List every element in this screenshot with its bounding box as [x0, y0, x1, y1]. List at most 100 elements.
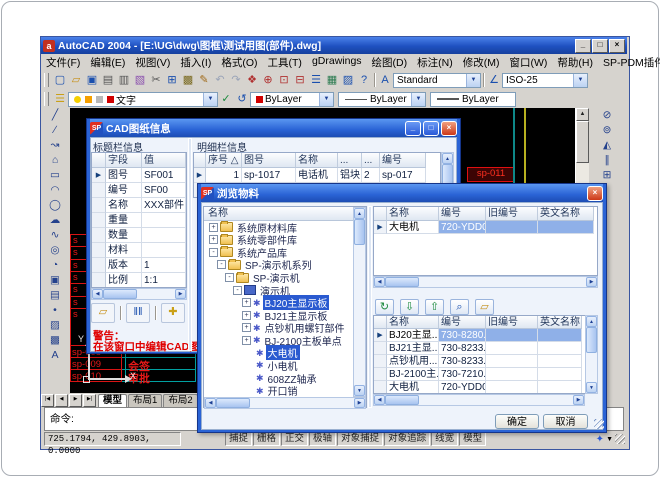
list-hscrollbar[interactable]: ◀ ▶	[373, 394, 585, 406]
menu-item-11[interactable]: 帮助(H)	[552, 55, 598, 70]
linetype-combo[interactable]: ByLayer ▼	[338, 92, 426, 107]
text-icon[interactable]: A	[46, 348, 64, 363]
status-toggle-7[interactable]: 模型	[459, 432, 486, 446]
tree-vscrollbar[interactable]: ▲ ▼	[353, 207, 366, 397]
ellipse-icon[interactable]: ◎	[46, 243, 64, 258]
collapse-icon[interactable]: -	[225, 273, 234, 282]
construction-line-icon[interactable]: ∕	[46, 123, 64, 138]
zoom-previous-icon[interactable]: ⊟	[292, 73, 308, 88]
column-header-2[interactable]: 旧编号	[486, 207, 538, 221]
save-icon[interactable]: ▣	[84, 73, 100, 88]
open-folder-icon[interactable]: ▱	[91, 303, 115, 323]
tab-模型[interactable]: 模型	[98, 394, 127, 407]
minimize-icon[interactable]: _	[405, 121, 421, 136]
pan-icon[interactable]: ❖	[244, 73, 260, 88]
chevron-down-icon[interactable]: ▼	[203, 93, 217, 106]
tab-布局1[interactable]: 布局1	[128, 394, 162, 407]
new-file-icon[interactable]: ▢	[52, 73, 68, 88]
menu-item-4[interactable]: 格式(O)	[216, 55, 262, 70]
table-row-0[interactable]: ▶大电机720-YDD0...	[374, 221, 597, 234]
chevron-down-icon[interactable]: ▼	[411, 93, 425, 106]
spline-icon[interactable]: ∿	[46, 228, 64, 243]
scroll-up-icon[interactable]: ▲	[354, 208, 365, 219]
scroll-thumb[interactable]	[385, 395, 419, 405]
cad-info-dialog-titlebar[interactable]: SP CAD图纸信息 _ □ ×	[90, 119, 457, 137]
fields-row-3[interactable]: 重量	[92, 213, 186, 228]
browse-dialog-titlebar[interactable]: SP 浏览物料 ×	[201, 184, 603, 202]
zoom-realtime-icon[interactable]: ⊕	[260, 73, 276, 88]
menu-item-2[interactable]: 视图(V)	[130, 55, 175, 70]
ellipse-arc-icon[interactable]: ◔	[46, 258, 64, 273]
status-toggle-5[interactable]: 对象追踪	[384, 432, 430, 446]
scroll-thumb[interactable]	[216, 398, 250, 408]
text-style-combo[interactable]: Standard ▼	[393, 73, 481, 88]
close-icon[interactable]: ×	[587, 186, 603, 201]
dialog-resize-grip[interactable]	[594, 419, 604, 429]
collapse-icon[interactable]: -	[209, 248, 218, 257]
menu-item-0[interactable]: 文件(F)	[41, 55, 85, 70]
chevron-down-icon[interactable]: ▼	[319, 93, 333, 106]
make-block-icon[interactable]: ▤	[46, 288, 64, 303]
scroll-thumb[interactable]	[385, 277, 419, 287]
scroll-down-icon[interactable]: ▼	[354, 385, 365, 396]
point-icon[interactable]: •	[46, 303, 64, 318]
revcloud-icon[interactable]: ☁	[46, 213, 64, 228]
erase-icon[interactable]: ⊘	[598, 108, 616, 123]
fields-row-2[interactable]: 名称XXX部件	[92, 198, 186, 213]
communication-center-icon[interactable]: ✦	[596, 434, 604, 445]
panel-splitter[interactable]	[188, 138, 192, 351]
menu-item-3[interactable]: 插入(I)	[175, 55, 216, 70]
zoom-window-icon[interactable]: ⊡	[276, 73, 292, 88]
tree-item-13[interactable]: ✱开口销	[204, 384, 353, 397]
layer-combo[interactable]: 文字 ▼	[68, 92, 218, 107]
copy-object-icon[interactable]: ⊚	[598, 123, 616, 138]
fields-header-0[interactable]: 字段	[106, 153, 142, 168]
result-table[interactable]: 名称编号旧编号英文名称 ▶大电机720-YDD0...	[373, 206, 598, 276]
expand-icon[interactable]: +	[242, 311, 251, 320]
plot-preview-icon[interactable]: ▥	[116, 73, 132, 88]
color-combo[interactable]: ByLayer ▼	[250, 92, 334, 107]
fields-hscrollbar[interactable]: ◀ ▶	[91, 288, 187, 300]
menu-item-1[interactable]: 编辑(E)	[85, 55, 130, 70]
polygon-icon[interactable]: ⌂	[46, 153, 64, 168]
table-row-4[interactable]: 大电机720-YDD0...	[374, 381, 597, 394]
refresh-icon[interactable]: ↻	[375, 299, 394, 315]
scroll-left-icon[interactable]: ◀	[92, 289, 103, 299]
import-down-icon[interactable]: ⇩	[400, 299, 419, 315]
status-toggle-3[interactable]: 极轴	[309, 432, 336, 446]
offset-icon[interactable]: ∥	[598, 153, 616, 168]
paste-icon[interactable]: ▩	[180, 73, 196, 88]
fields-row-1[interactable]: 编号SF00	[92, 183, 186, 198]
search-icon[interactable]: ⌕	[450, 299, 469, 315]
details-header-5[interactable]: 编号	[380, 153, 426, 168]
export-up-icon[interactable]: ⇧	[425, 299, 444, 315]
scroll-thumb[interactable]	[354, 219, 365, 245]
column-header-0[interactable]: 名称	[387, 316, 439, 329]
designcenter-icon[interactable]: ▦	[324, 73, 340, 88]
chevron-down-icon[interactable]: ▼	[466, 74, 480, 87]
scroll-right-icon[interactable]: ▶	[354, 398, 365, 408]
collapse-icon[interactable]: -	[217, 260, 226, 269]
add-icon[interactable]: ✚	[161, 303, 185, 323]
details-row-0[interactable]: ▶1sp-1017电话机铝块2sp-017	[194, 168, 440, 183]
column-header-1[interactable]: 编号	[439, 207, 486, 221]
tree-hscrollbar[interactable]: ◀ ▶	[204, 397, 366, 409]
expand-icon[interactable]: +	[209, 223, 218, 232]
fields-row-6[interactable]: 版本1	[92, 258, 186, 273]
resize-grip[interactable]	[615, 434, 625, 444]
publish-icon[interactable]: ▧	[132, 73, 148, 88]
status-toggle-0[interactable]: 捕捉	[225, 432, 252, 446]
tree-table-splitter[interactable]	[368, 206, 372, 408]
layer-manager-icon[interactable]: ☰	[52, 92, 68, 107]
expand-icon[interactable]: +	[242, 336, 251, 345]
expand-icon[interactable]: +	[209, 235, 218, 244]
table-row-1[interactable]: BJ21主显...730-8233...	[374, 342, 597, 355]
scroll-up-icon[interactable]: ▲	[442, 153, 453, 164]
match-properties-icon[interactable]: ✎	[196, 73, 212, 88]
scroll-left-icon[interactable]: ◀	[205, 398, 216, 408]
status-toggle-6[interactable]: 线宽	[431, 432, 458, 446]
table-row-2[interactable]: 点钞机用...730-8233...	[374, 355, 597, 368]
menu-item-10[interactable]: 窗口(W)	[504, 55, 552, 70]
details-header-3[interactable]: ...	[338, 153, 362, 168]
column-header-0[interactable]: 名称	[387, 207, 439, 221]
